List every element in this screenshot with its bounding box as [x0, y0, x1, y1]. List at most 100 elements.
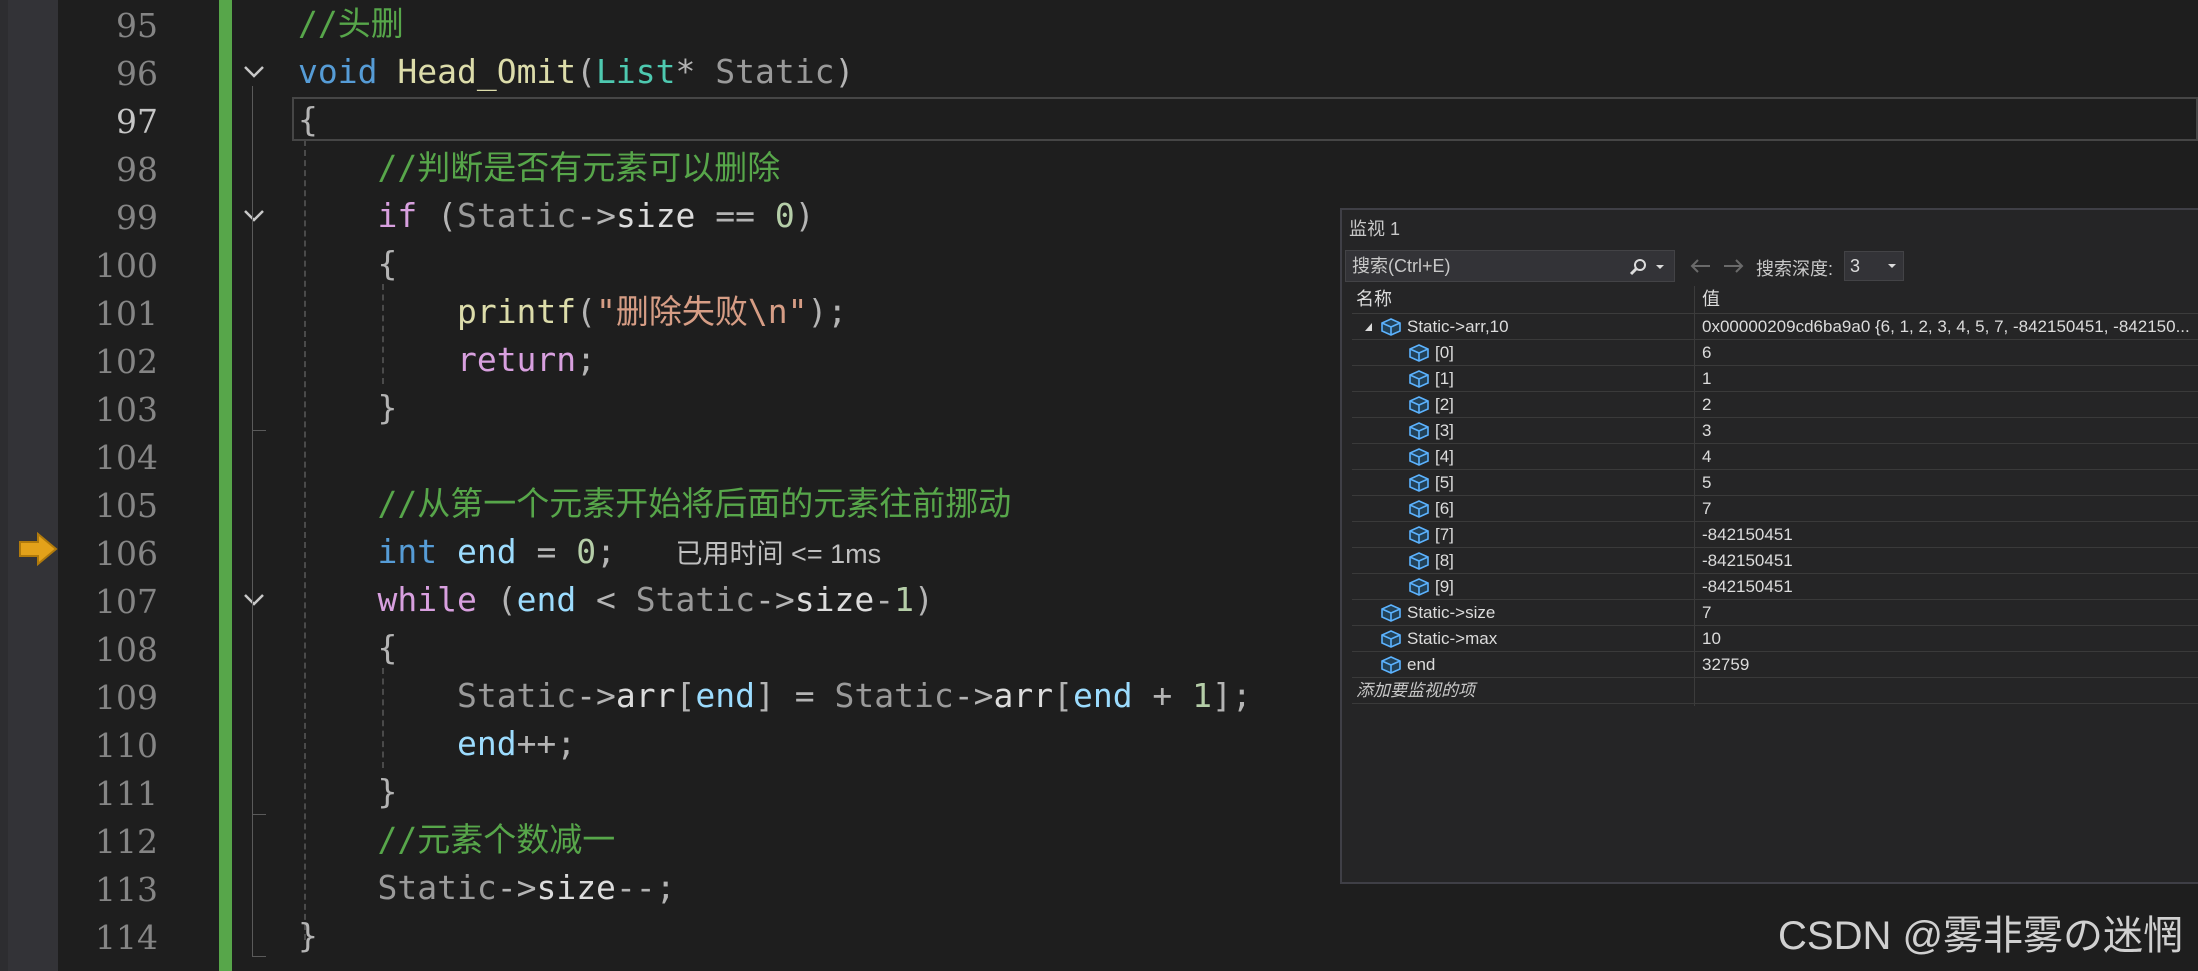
watch-row-value[interactable]: 6 — [1702, 340, 1711, 366]
code-line-103: } — [377, 388, 398, 427]
column-header-name[interactable]: 名称 — [1356, 286, 1392, 313]
search-icon[interactable] — [1628, 257, 1648, 277]
variable-cube-icon — [1409, 552, 1429, 570]
watch-row-name: Static->arr,10 — [1407, 317, 1509, 336]
variable-cube-icon — [1409, 526, 1429, 544]
watch-row-name: [5] — [1435, 473, 1454, 492]
watch-row-value[interactable]: -842150451 — [1702, 548, 1793, 574]
line-number: 107 — [95, 582, 158, 621]
watch-row-name: [4] — [1435, 447, 1454, 466]
watch-window-title[interactable]: 监视 1 — [1349, 215, 1400, 241]
code-line-101: printf("删除失败\n"); — [456, 292, 848, 331]
perf-tip[interactable]: 已用时间 <= 1ms — [676, 539, 882, 569]
add-watch-row[interactable]: 添加要监视的项 — [1352, 678, 2198, 704]
variable-cube-icon — [1381, 630, 1401, 648]
watch-row-value[interactable]: 0x00000209cd6ba9a0 {6, 1, 2, 3, 4, 5, 7,… — [1702, 314, 2190, 340]
watch-grid[interactable]: 名称 值 Static->arr,10 0x00000209cd6ba9a0 {… — [1352, 286, 2198, 706]
variable-cube-icon — [1409, 422, 1429, 440]
csdn-watermark: CSDN @雾非雾の迷惘 — [1778, 914, 2184, 958]
watch-row-name: [6] — [1435, 499, 1454, 518]
watch-row[interactable]: [1] 1 — [1352, 366, 2198, 392]
watch-row[interactable]: [4] 4 — [1352, 444, 2198, 470]
collapse-chevron-icon[interactable] — [240, 202, 268, 230]
line-number: 103 — [95, 390, 158, 429]
breakpoint-glyph-margin[interactable] — [8, 0, 58, 971]
line-number: 102 — [95, 342, 158, 381]
line-number: 106 — [95, 534, 158, 573]
watch-row[interactable]: [8] -842150451 — [1352, 548, 2198, 574]
add-watch-item[interactable]: 添加要监视的项 — [1356, 678, 1475, 704]
watch-row-value[interactable]: 10 — [1702, 626, 1721, 652]
variable-cube-icon — [1409, 344, 1429, 362]
watch-row[interactable]: [2] 2 — [1352, 392, 2198, 418]
watch-row[interactable]: Static->arr,10 0x00000209cd6ba9a0 {6, 1,… — [1352, 314, 2198, 340]
watch-row[interactable]: [3] 3 — [1352, 418, 2198, 444]
code-line-95: //头删 — [298, 4, 404, 43]
variable-cube-icon — [1381, 318, 1401, 336]
code-line-113: Static->size--; — [377, 868, 676, 907]
watch-row-value[interactable]: 3 — [1702, 418, 1711, 444]
variable-cube-icon — [1409, 474, 1429, 492]
line-number: 100 — [95, 246, 158, 285]
code-line-111: } — [377, 772, 398, 811]
fold-range-line — [252, 86, 253, 956]
watch-row[interactable]: [0] 6 — [1352, 340, 2198, 366]
variable-cube-icon — [1381, 604, 1401, 622]
watch-row-name: [1] — [1435, 369, 1454, 388]
watch-row[interactable]: [5] 5 — [1352, 470, 2198, 496]
current-line-highlight — [292, 97, 2198, 141]
arrow-left-icon[interactable] — [1688, 256, 1712, 276]
watch-row[interactable]: [7] -842150451 — [1352, 522, 2198, 548]
line-number-current: 97 — [116, 102, 158, 141]
code-line-102: return; — [456, 340, 597, 379]
watch-row-value[interactable]: -842150451 — [1702, 522, 1793, 548]
watch-row-name: [2] — [1435, 395, 1454, 414]
code-line-107: while (end < Static->size-1) — [377, 580, 934, 619]
watch-row-name: [3] — [1435, 421, 1454, 440]
code-line-100: { — [377, 244, 398, 283]
collapse-chevron-icon[interactable] — [240, 58, 268, 86]
line-number: 98 — [116, 150, 158, 189]
watch-row-value[interactable]: 2 — [1702, 392, 1711, 418]
code-line-114: } — [298, 916, 318, 955]
column-header-value[interactable]: 值 — [1702, 286, 1720, 313]
watch-row-value[interactable]: 32759 — [1702, 652, 1749, 678]
variable-cube-icon — [1409, 500, 1429, 518]
watch-row-value[interactable]: -842150451 — [1702, 574, 1793, 600]
watch-row[interactable]: Static->max 10 — [1352, 626, 2198, 652]
watch-row[interactable]: [6] 7 — [1352, 496, 2198, 522]
watch-window[interactable]: 监视 1 搜索(Ctrl+E) 搜索深度: 3 名称 值 Static->arr… — [1340, 208, 2198, 884]
variable-cube-icon — [1409, 448, 1429, 466]
line-number: 105 — [95, 486, 158, 525]
arrow-right-icon[interactable] — [1722, 256, 1746, 276]
line-number: 99 — [116, 198, 158, 237]
watch-row-value[interactable]: 1 — [1702, 366, 1711, 392]
watch-row-value[interactable]: 7 — [1702, 496, 1711, 522]
variable-cube-icon — [1381, 656, 1401, 674]
watch-row-value[interactable]: 7 — [1702, 600, 1711, 626]
expand-triangle-icon[interactable] — [1364, 322, 1374, 332]
watch-row-value[interactable]: 4 — [1702, 444, 1711, 470]
watch-row[interactable]: Static->size 7 — [1352, 600, 2198, 626]
watch-row-value[interactable]: 5 — [1702, 470, 1711, 496]
code-line-112: //元素个数减一 — [377, 820, 616, 859]
watch-row-name: Static->size — [1407, 603, 1496, 622]
code-line-97: { — [298, 100, 318, 139]
variable-cube-icon — [1409, 370, 1429, 388]
code-line-99: if (Static->size == 0) — [377, 196, 815, 235]
watch-row-name: [7] — [1435, 525, 1454, 544]
code-line-96: void Head_Omit(List* Static) — [298, 52, 855, 91]
watch-row-name: [8] — [1435, 551, 1454, 570]
code-line-108: { — [377, 628, 398, 667]
search-depth-select[interactable]: 3 — [1844, 251, 1904, 281]
chevron-down-icon[interactable] — [1654, 257, 1666, 277]
collapse-chevron-icon[interactable] — [240, 586, 268, 614]
watch-row[interactable]: [9] -842150451 — [1352, 574, 2198, 600]
chevron-down-icon — [1888, 264, 1896, 268]
line-number: 109 — [95, 678, 158, 717]
watch-row-name: [0] — [1435, 343, 1454, 362]
variable-cube-icon — [1409, 578, 1429, 596]
watch-search-input[interactable]: 搜索(Ctrl+E) — [1345, 250, 1675, 282]
fold-range-end — [252, 814, 266, 815]
watch-row[interactable]: end 32759 — [1352, 652, 2198, 678]
